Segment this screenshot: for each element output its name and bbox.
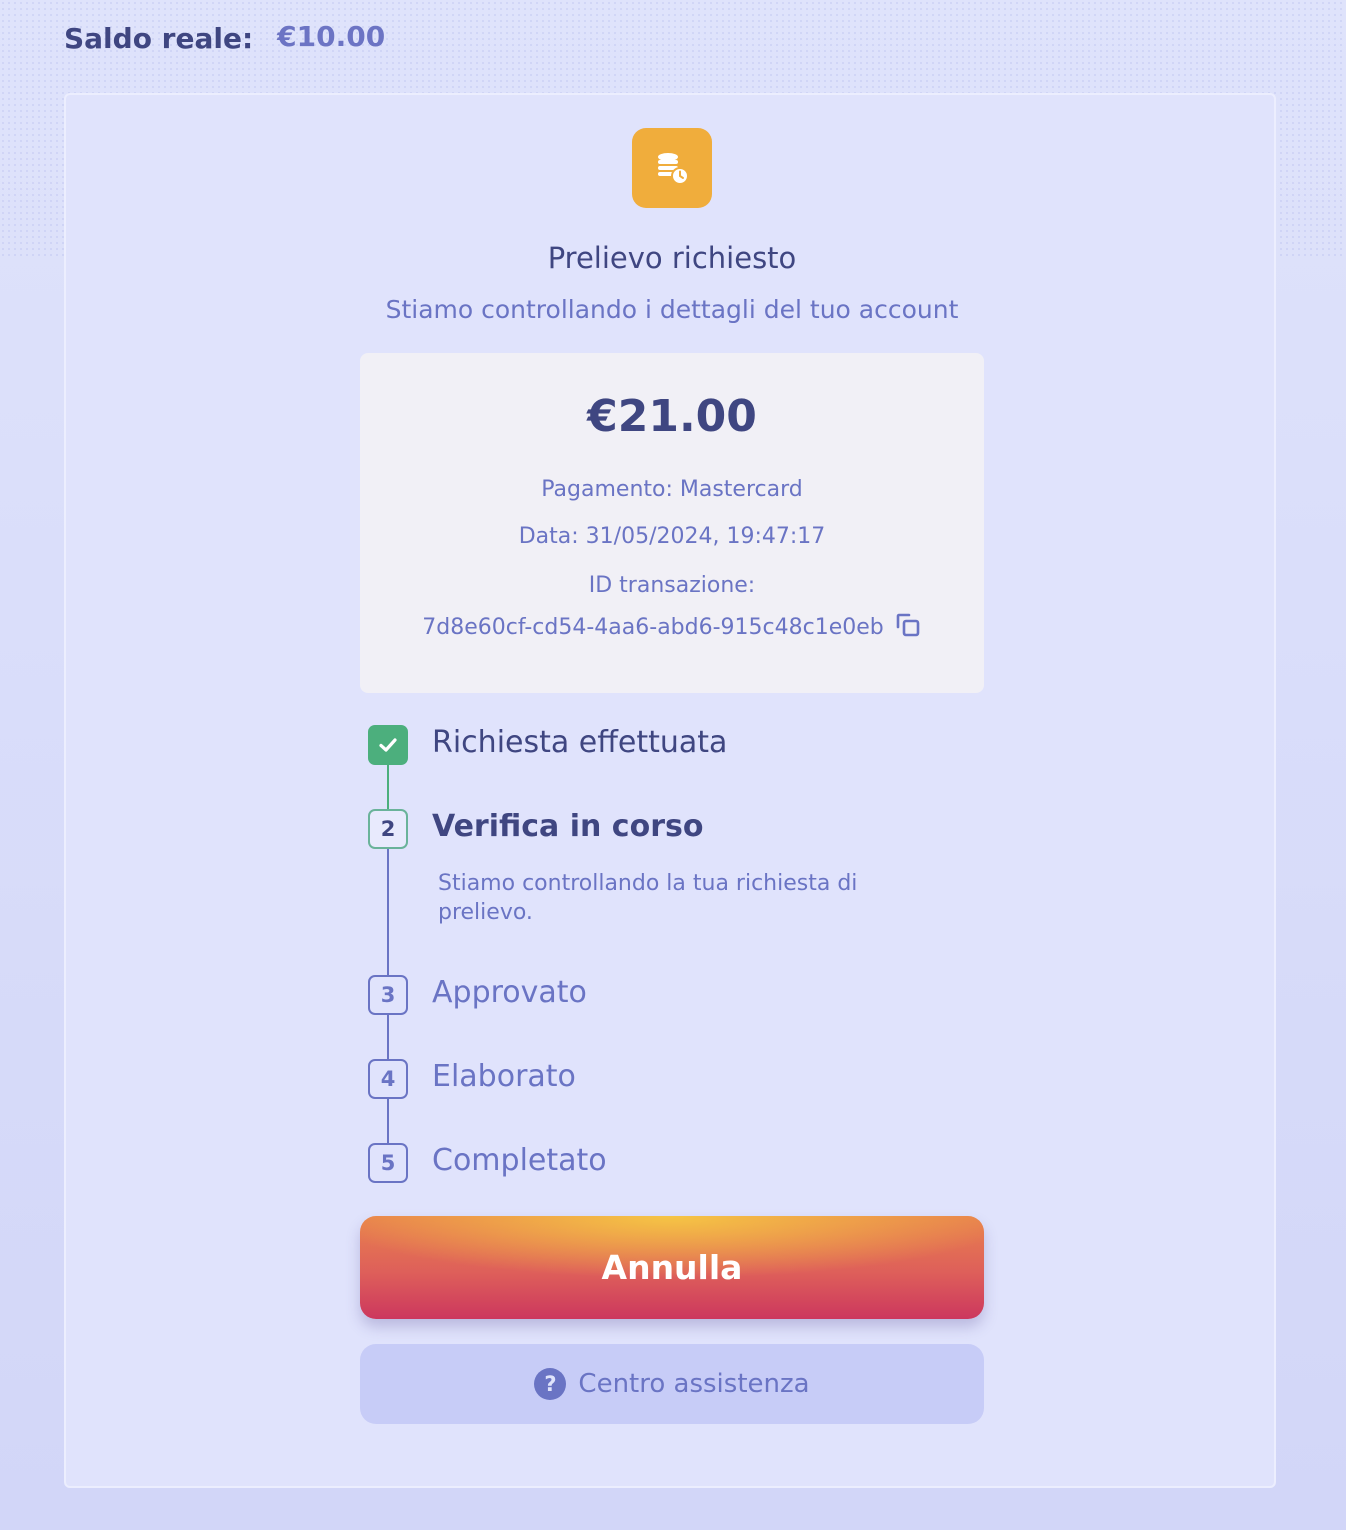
step-5-number: 5 (368, 1143, 408, 1183)
transaction-id-row: 7d8e60cf-cd54-4aa6-abd6-915c48c1e0eb (360, 613, 984, 640)
transaction-details: €21.00 Pagamento: Mastercard Data: 31/05… (360, 353, 984, 693)
step-4-label: Elaborato (432, 1059, 576, 1094)
help-center-button[interactable]: ? Centro assistenza (360, 1344, 984, 1424)
step-3-label: Approvato (432, 975, 587, 1010)
transaction-date: Data: 31/05/2024, 19:47:17 (518, 524, 826, 549)
withdrawal-amount: €21.00 (587, 391, 757, 442)
step-2-description: Stiamo controllando la tua richiesta di … (438, 871, 858, 925)
transaction-id-label: ID transazione: (588, 573, 756, 598)
step-4-number: 4 (368, 1059, 408, 1099)
step-1-label: Richiesta effettuata (432, 725, 728, 760)
timeline-connector (387, 1015, 389, 1059)
balance-value: €10.00 (277, 19, 386, 53)
step-3-number: 3 (368, 975, 408, 1015)
balance-bar: Saldo reale: €10.00 (64, 18, 385, 58)
timeline-connector (387, 849, 389, 975)
page-title: Prelievo richiesto (547, 241, 797, 275)
timeline-connector (387, 765, 389, 811)
help-center-label: Centro assistenza (578, 1369, 810, 1399)
timeline-connector (387, 1099, 389, 1143)
withdrawal-status-card: Prelievo richiesto Stiamo controllando i… (64, 93, 1276, 1488)
help-icon: ? (534, 1368, 567, 1400)
cancel-button[interactable]: Annulla (360, 1216, 984, 1319)
payment-method: Pagamento: Mastercard (541, 477, 803, 502)
copy-icon[interactable] (894, 611, 922, 639)
coins-clock-icon (632, 128, 712, 208)
page-subtitle: Stiamo controllando i dettagli del tuo a… (385, 295, 959, 324)
transaction-id[interactable]: 7d8e60cf-cd54-4aa6-abd6-915c48c1e0eb (422, 615, 884, 640)
step-5-label: Completato (432, 1143, 607, 1178)
step-1-check-icon (368, 725, 408, 765)
step-2-number: 2 (368, 809, 408, 849)
balance-label: Saldo reale: (64, 21, 254, 55)
step-2-label: Verifica in corso (432, 809, 704, 844)
